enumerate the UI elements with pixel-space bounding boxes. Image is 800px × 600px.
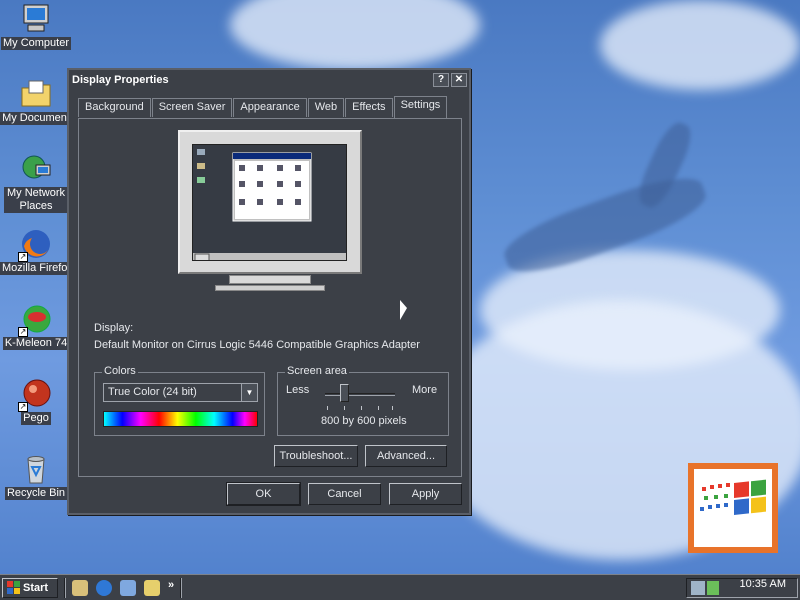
slider-tick [392,406,393,410]
help-button[interactable]: ? [433,73,449,87]
colors-group: Colors True Color (24 bit) ▼ [94,365,265,436]
close-button[interactable]: ✕ [451,73,467,87]
shortcut-arrow-icon: ↗ [18,327,28,337]
display-properties-window: Display Properties ? ✕ Background Screen… [67,68,471,515]
desktop-icon-pego[interactable]: ↗ Pego [0,378,72,425]
desktop-icon-label: Recycle Bin [4,487,68,500]
window-title: Display Properties [72,74,169,86]
desktop-icon-k-meleon[interactable]: ↗ K-Meleon 74 [0,303,72,350]
monitor-screen [192,144,347,261]
network-places-icon [20,153,52,185]
taskbar: Start » 10:35 AM [0,574,800,600]
tab-screen-saver[interactable]: Screen Saver [151,98,233,117]
desktop-icon-label: My Document [0,112,72,125]
resolution-slider-track[interactable] [325,393,395,396]
slider-tick [378,406,379,410]
tab-web[interactable]: Web [307,98,345,117]
network-tray-icon[interactable] [691,581,705,595]
desktop-icon-label: Pego [21,412,51,425]
slider-tick [327,406,328,410]
desktop-icon-network-places[interactable]: My Network Places [0,153,72,213]
screen-area-legend: Screen area [285,365,349,377]
title-bar[interactable]: Display Properties ? ✕ [69,70,469,90]
apply-button[interactable]: Apply [389,483,462,505]
settings-panel: Display: Default Monitor on Cirrus Logic… [78,118,462,477]
tab-effects[interactable]: Effects [345,98,393,117]
color-spectrum-bar [103,411,258,427]
colors-legend: Colors [102,365,138,377]
firefox-icon: ↗ [18,228,52,262]
windows-logo [688,463,778,553]
cloud-shape [600,0,800,90]
ok-button[interactable]: OK [226,482,301,506]
shortcut-arrow-icon: ↗ [18,402,28,412]
pego-icon: ↗ [18,378,52,412]
desktop-icon-my-computer[interactable]: My Computer [0,3,72,50]
k-meleon-icon: ↗ [18,303,52,337]
taskbar-separator [180,578,182,598]
computer-icon [20,3,52,35]
display-label: Display: [94,322,134,334]
less-label: Less [286,384,310,396]
slider-tick [361,406,362,410]
advanced-button[interactable]: Advanced... [365,445,447,467]
desktop-icon-label: My Network Places [4,187,68,213]
color-depth-select[interactable]: True Color (24 bit) ▼ [103,383,258,402]
color-depth-value: True Color (24 bit) [108,386,197,398]
desktop-icon-firefox[interactable]: ↗ Mozilla Firefox [0,228,75,275]
resolution-slider-thumb[interactable] [340,384,349,402]
monitor-preview [178,130,362,274]
desktop-icon-recycle-bin[interactable]: Recycle Bin [0,453,72,500]
volume-tray-icon[interactable] [707,581,719,595]
internet-explorer-icon[interactable] [96,580,112,596]
start-label: Start [23,582,49,594]
display-adapter-text: Default Monitor on Cirrus Logic 5446 Com… [94,339,420,351]
desktop-icon-label: K-Meleon 74 [2,337,70,350]
tab-settings[interactable]: Settings [393,96,448,118]
slider-tick [344,406,345,410]
desktop-icon-my-document[interactable]: My Document [0,78,72,125]
clock[interactable]: 10:35 AM [740,578,786,590]
recycle-bin-icon [20,453,52,485]
taskbar-separator [64,578,66,598]
resolution-value: 800 by 600 pixels [321,415,407,427]
cancel-button[interactable]: Cancel [308,483,381,505]
quick-launch-more-icon[interactable]: » [168,579,174,591]
windows-flag-icon [7,581,20,594]
cloud-shape [230,0,480,70]
explorer-icon[interactable] [144,580,160,596]
desktop-icon-label: Mozilla Firefox [0,262,75,275]
tab-appearance[interactable]: Appearance [233,98,307,117]
outlook-express-icon[interactable] [120,580,136,596]
monitor-stand [229,275,311,284]
screen-area-group: Screen area Less More 800 by 600 pixels [277,365,449,436]
shortcut-arrow-icon: ↗ [18,252,28,262]
show-desktop-icon[interactable] [72,580,88,596]
tab-strip: Background Screen Saver Appearance Web E… [78,96,448,118]
start-button[interactable]: Start [2,578,58,598]
more-label: More [412,384,438,396]
troubleshoot-button[interactable]: Troubleshoot... [274,445,358,467]
monitor-base [215,285,325,291]
mouse-cursor-icon [400,300,407,320]
desktop-icon-label: My Computer [0,37,72,50]
documents-folder-icon [20,78,52,110]
chevron-down-icon[interactable]: ▼ [241,384,257,401]
tab-background[interactable]: Background [78,98,151,117]
